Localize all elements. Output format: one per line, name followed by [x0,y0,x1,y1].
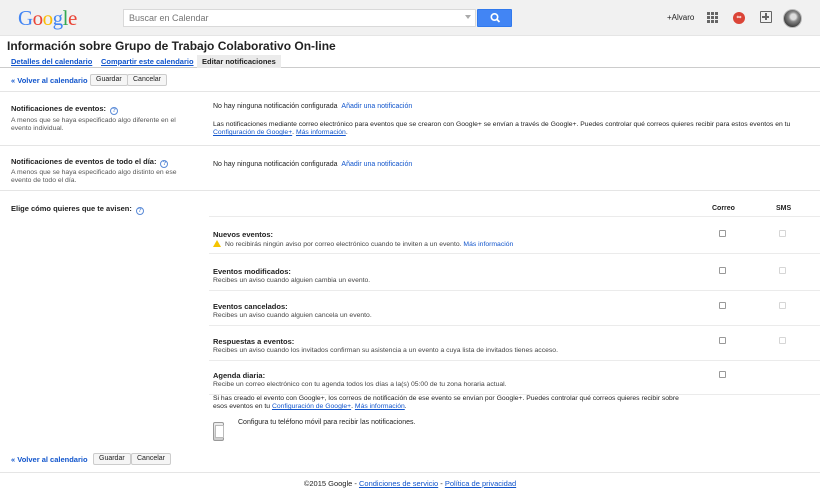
notify-row-desc: Recibes un aviso cuando los invitados co… [213,347,558,354]
column-email-header: Correo [712,205,735,212]
row-divider [209,253,820,254]
footer: ©2015 Google - Condiciones de servicio -… [0,472,820,498]
search-box[interactable] [123,9,476,27]
more-info-link-2[interactable]: Más información [355,403,405,410]
search-options-caret-icon[interactable] [465,15,471,19]
logo-letter: o [32,6,44,30]
sms-checkbox[interactable] [779,267,786,274]
row-divider [209,290,820,291]
event-notifications-status: No hay ninguna notificación configurada … [213,103,413,110]
logo-letter: e [68,6,77,30]
google-logo[interactable]: Google [18,6,77,30]
divider [0,190,820,191]
logo-letter: g [52,6,64,30]
divider [0,145,820,146]
add-allday-notification-link[interactable]: Añadir una notificación [341,161,412,168]
notify-row-title: Nuevos eventos: [213,230,274,239]
notify-row-desc: Recibes un aviso cuando alguien cambia u… [213,277,371,284]
notify-row-title: Agenda diaria: [213,371,266,380]
sms-checkbox[interactable] [779,230,786,237]
column-sms-header: SMS [776,205,792,212]
notifications-icon[interactable]: ∞ [733,12,745,24]
tab-bar: Detalles del calendario Compartir este c… [0,55,820,68]
sms-checkbox[interactable] [779,302,786,309]
notify-row-desc: Recibes un aviso cuando alguien cancela … [213,312,372,319]
cancel-button-bottom[interactable]: Cancelar [131,453,172,465]
setup-mobile-link[interactable]: Configura tu teléfono móvil para recibir… [238,419,415,426]
gplus-settings-link[interactable]: Configuración de Google+ [213,129,292,136]
help-icon[interactable]: ? [160,160,169,168]
save-button-bottom[interactable]: Guardar [93,453,131,465]
notify-row-desc: Recibe un correo electrónico con tu agen… [213,381,507,388]
logo-letter: G [18,6,33,30]
event-notifications-sub: A menos que se haya especificado algo di… [11,117,176,132]
mobile-phone-icon [213,422,224,441]
choose-notify-label: Elige cómo quieres que te avisen:? [11,204,144,215]
search-button[interactable] [477,9,512,27]
gplus-settings-link-2[interactable]: Configuración de Google+ [272,403,351,410]
row-divider [209,216,820,217]
search-icon [490,12,501,23]
share-plus-icon[interactable] [760,11,772,23]
save-button[interactable]: Guardar [90,74,128,86]
help-icon[interactable]: ? [135,207,144,215]
email-checkbox[interactable] [719,371,726,378]
allday-notifications-sub: A menos que se haya especificado algo di… [11,169,177,184]
email-checkbox[interactable] [719,230,726,237]
notify-row-title: Respuestas a eventos: [213,337,295,346]
notify-row-title: Eventos modificados: [213,267,291,276]
add-notification-link[interactable]: Añadir una notificación [341,103,412,110]
row-divider [209,325,820,326]
tab-calendar-details[interactable]: Detalles del calendario [11,57,92,66]
divider [0,91,820,92]
gplus-notify-text: Si has creado el evento con Google+, los… [213,395,679,410]
user-name-link[interactable]: +Alvaro [667,13,694,22]
allday-notifications-status: No hay ninguna notificación configurada … [213,161,413,168]
tab-share-calendar[interactable]: Compartir este calendario [101,57,194,66]
tab-edit-notifications[interactable]: Editar notificaciones [197,55,281,68]
logo-letter: o [42,6,54,30]
top-bar: Google +Alvaro ∞ [0,0,820,36]
gplus-info-text: Las notificaciones mediante correo elect… [213,121,791,136]
notify-row-title: Eventos cancelados: [213,302,288,311]
more-info-link[interactable]: Más información [296,129,346,136]
more-info-link[interactable]: Más información [463,241,513,248]
terms-link[interactable]: Condiciones de servicio [359,479,438,488]
email-checkbox[interactable] [719,302,726,309]
warning-icon [213,240,221,247]
back-to-calendar-link[interactable]: « Volver al calendario [11,76,88,85]
search-input[interactable] [124,10,454,26]
cancel-button[interactable]: Cancelar [127,74,168,86]
page-title: Información sobre Grupo de Trabajo Colab… [7,39,336,53]
row-divider [209,360,820,361]
sms-checkbox[interactable] [779,337,786,344]
avatar[interactable] [783,9,802,28]
back-to-calendar-link-bottom[interactable]: « Volver al calendario [11,455,88,464]
notify-row-desc: No recibirás ningún aviso por correo ele… [213,240,513,248]
apps-grid-icon[interactable] [707,12,718,23]
email-checkbox[interactable] [719,337,726,344]
allday-notifications-label: Notificaciones de eventos de todo el día… [11,157,169,168]
help-icon[interactable]: ? [110,107,119,115]
event-notifications-label: Notificaciones de eventos:? [11,104,119,115]
privacy-link[interactable]: Política de privacidad [445,479,516,488]
email-checkbox[interactable] [719,267,726,274]
